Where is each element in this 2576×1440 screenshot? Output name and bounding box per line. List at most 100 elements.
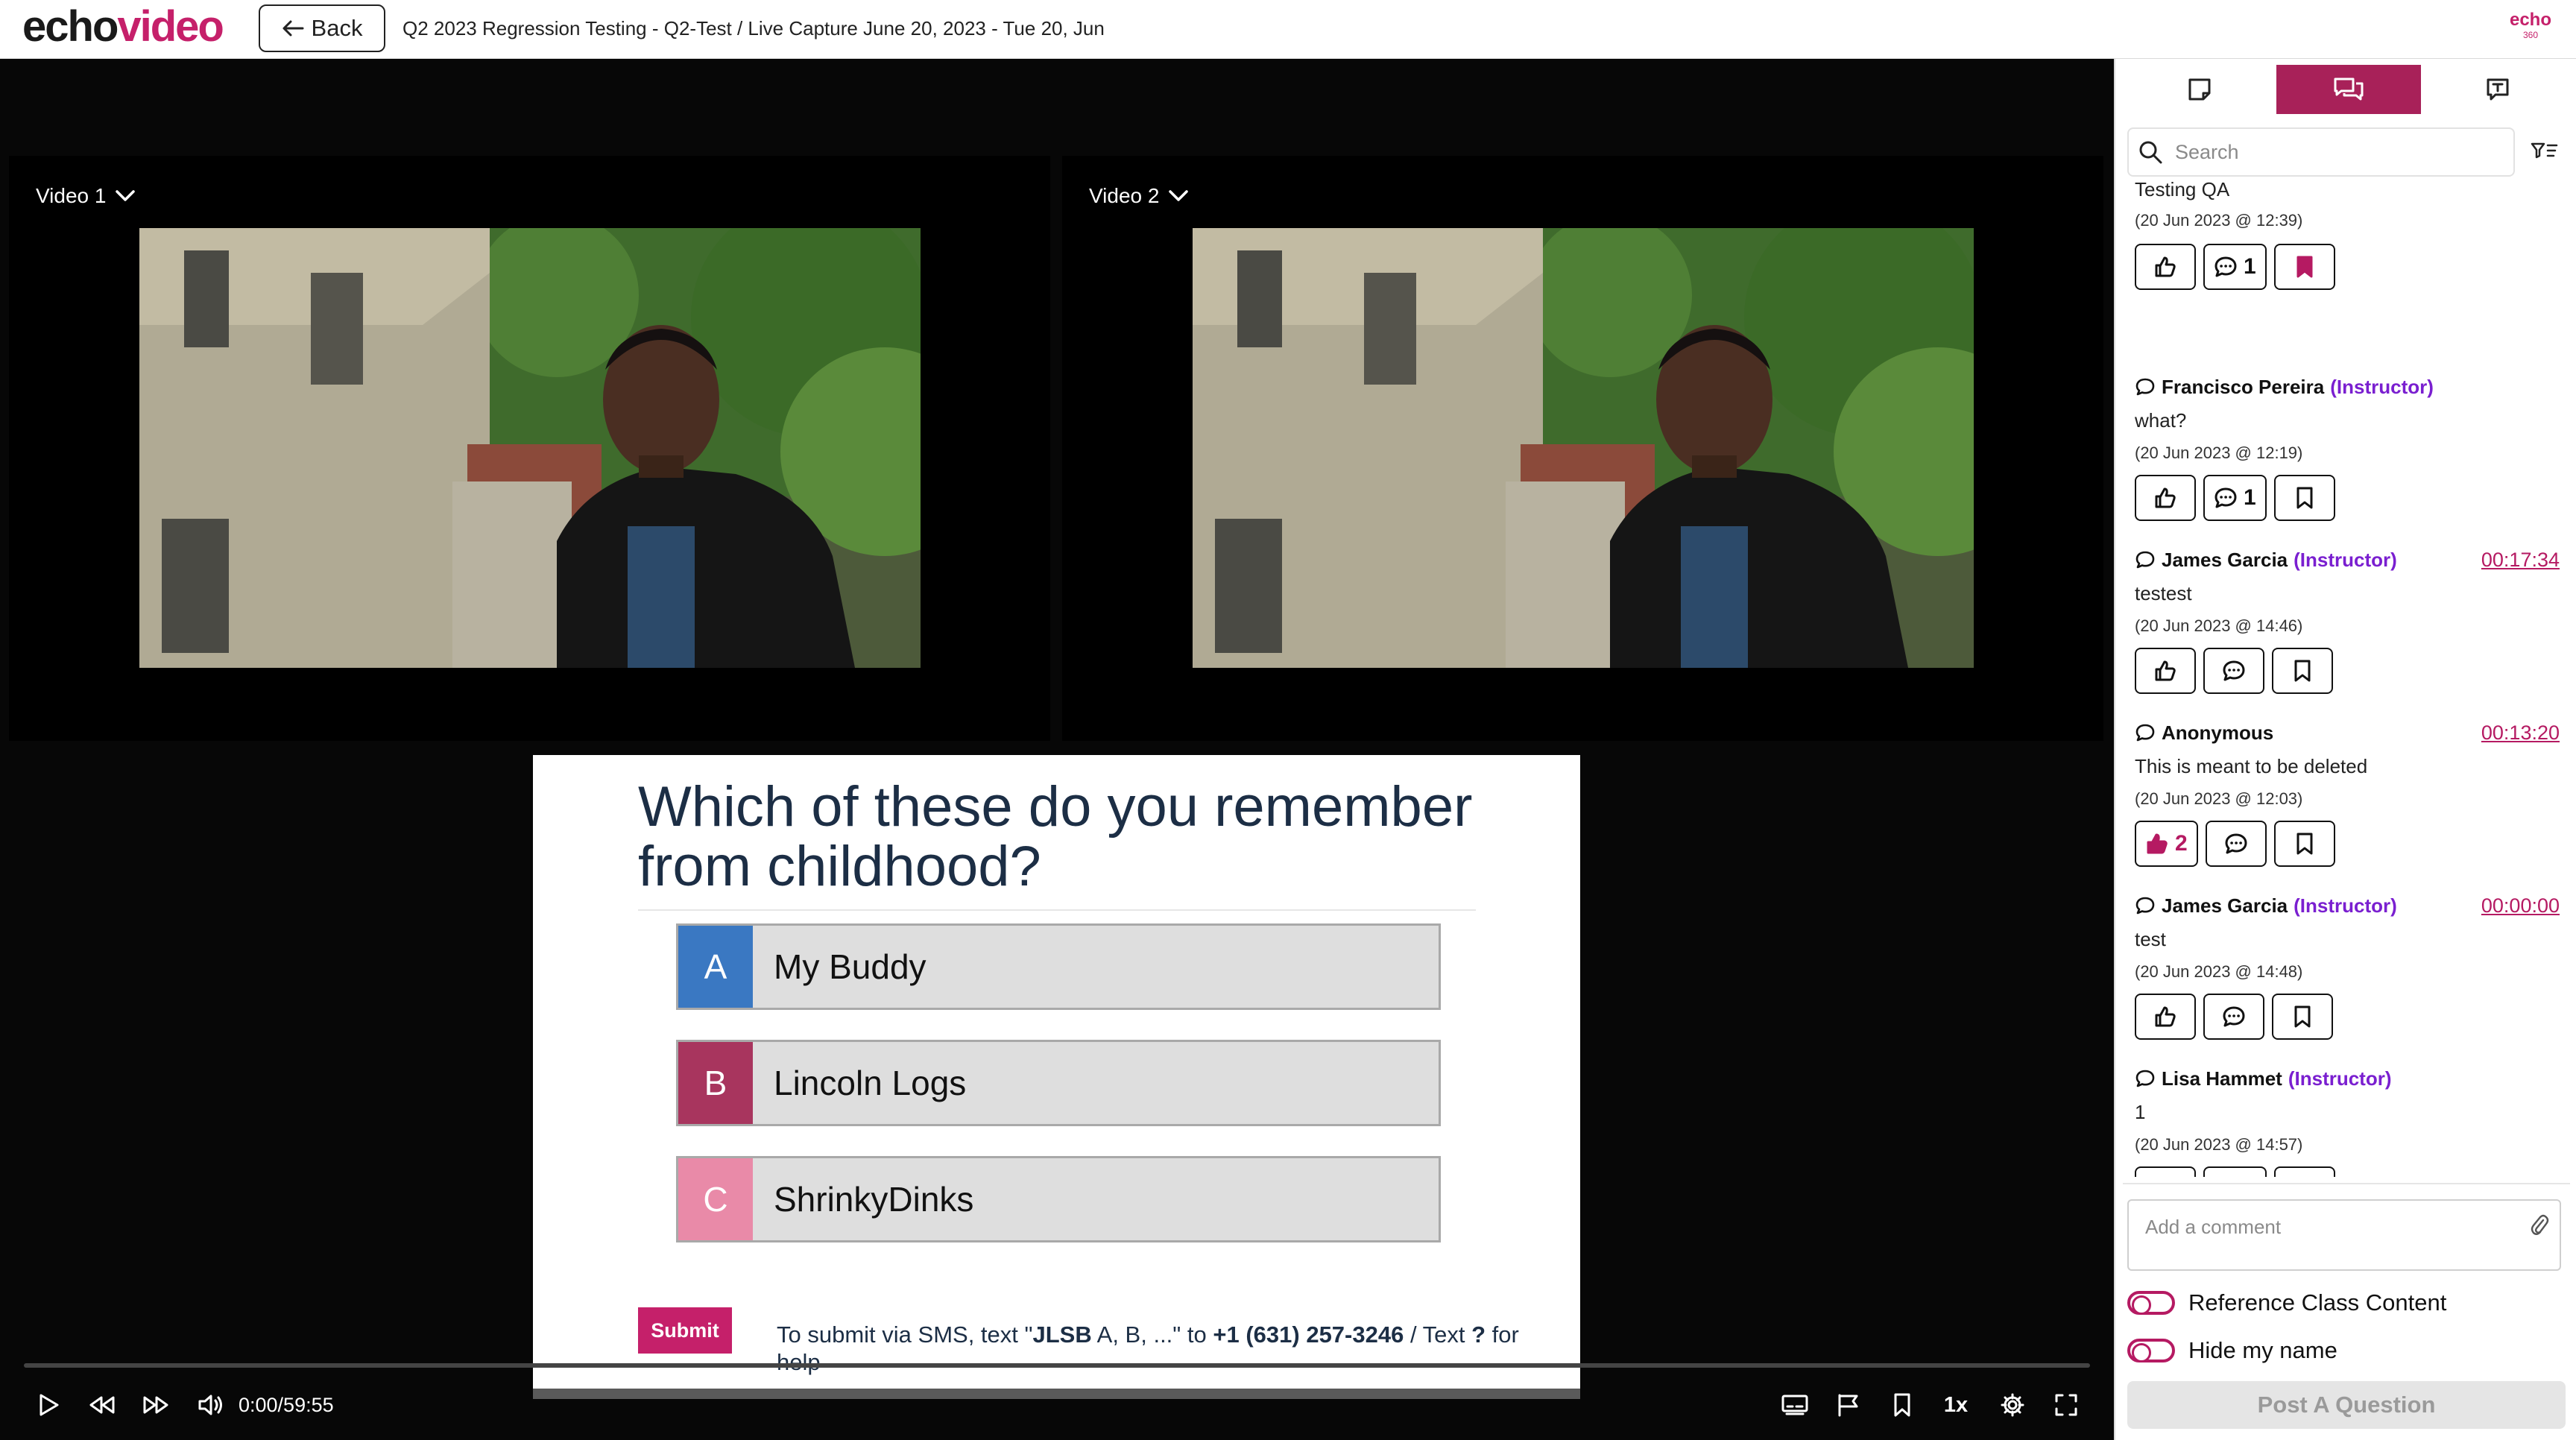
flag-button[interactable] xyxy=(1829,1379,1868,1431)
like-button[interactable] xyxy=(2135,1166,2196,1177)
like-button[interactable] xyxy=(2135,244,2196,290)
question-post: Francisco Pereira (Instructor) what? (20… xyxy=(2135,373,2560,537)
captions-button[interactable] xyxy=(1775,1379,1814,1431)
rewind-button[interactable] xyxy=(83,1379,121,1431)
like-button[interactable] xyxy=(2135,648,2196,694)
reply-button[interactable]: 1 xyxy=(2203,244,2267,290)
gear-icon xyxy=(2001,1393,2024,1417)
page-title: Q2 2023 Regression Testing - Q2-Test / L… xyxy=(402,17,1105,40)
video-frame-2[interactable] xyxy=(1193,228,1974,668)
reply-button[interactable] xyxy=(2203,648,2264,694)
bookmark-toggle[interactable] xyxy=(2272,648,2333,694)
speech-bubble-icon xyxy=(2135,724,2155,742)
bookmark-icon xyxy=(2296,833,2313,855)
search-field[interactable] xyxy=(2127,127,2515,177)
bookmark-button[interactable] xyxy=(1883,1379,1922,1431)
paperclip-icon xyxy=(2531,1214,2549,1235)
post-question-button[interactable]: Post A Question xyxy=(2127,1381,2566,1429)
rewind-icon xyxy=(89,1396,115,1414)
post-date: (20 Jun 2023 @ 14:46) xyxy=(2135,616,2303,635)
toggle-switch[interactable] xyxy=(2127,1291,2175,1315)
question-post: James Garcia (Instructor) 00:00:00 test … xyxy=(2135,892,2560,1056)
question-post: James Garcia (Instructor) 00:17:34 teste… xyxy=(2135,546,2560,710)
panel-tabs xyxy=(2127,65,2572,114)
timestamp-link[interactable]: 00:13:20 xyxy=(2481,719,2560,746)
tab-transcript[interactable] xyxy=(2425,65,2570,114)
comment-icon xyxy=(2214,256,2237,277)
comment-input[interactable] xyxy=(2129,1201,2560,1269)
video-source-selector-1[interactable]: Video 1 xyxy=(36,184,136,208)
post-body: Testing QA xyxy=(2135,178,2230,200)
timestamp-link[interactable]: 00:00:00 xyxy=(2481,892,2560,919)
comment-icon xyxy=(2214,487,2237,508)
bookmark-icon xyxy=(2294,660,2311,682)
bookmark-toggle[interactable] xyxy=(2272,994,2333,1040)
poll-option-b[interactable]: B Lincoln Logs xyxy=(676,1040,1441,1126)
post-date: (20 Jun 2023 @ 14:57) xyxy=(2135,1135,2303,1154)
flag-icon xyxy=(1838,1394,1858,1417)
speech-bubble-icon xyxy=(2135,551,2155,569)
play-button[interactable] xyxy=(30,1379,67,1431)
like-button[interactable] xyxy=(2135,475,2196,521)
video-still-image xyxy=(139,228,921,668)
question-post: Lisa Hammet (Instructor) 1 (20 Jun 2023 … xyxy=(2135,1065,2560,1177)
poll-option-a[interactable]: A My Buddy xyxy=(676,923,1441,1010)
video-panel-2[interactable]: Video 2 xyxy=(1062,156,2103,741)
attach-button[interactable] xyxy=(2530,1213,2549,1238)
back-button[interactable]: Back xyxy=(259,4,385,52)
post-date: (20 Jun 2023 @ 12:03) xyxy=(2135,789,2303,808)
volume-button[interactable] xyxy=(192,1379,230,1431)
filter-sort-button[interactable] xyxy=(2525,133,2563,171)
timestamp-link[interactable]: 00:17:34 xyxy=(2481,546,2560,573)
like-button[interactable]: 2 xyxy=(2135,821,2198,867)
post-body: test xyxy=(2135,928,2166,950)
video-source-selector-2[interactable]: Video 2 xyxy=(1089,184,1189,208)
post-date: (20 Jun 2023 @ 12:19) xyxy=(2135,443,2303,462)
captions-icon xyxy=(1781,1395,1808,1415)
toggle-switch[interactable] xyxy=(2127,1339,2175,1362)
fast-forward-button[interactable] xyxy=(137,1379,174,1431)
reply-button[interactable] xyxy=(2205,821,2267,867)
reply-button[interactable]: 1 xyxy=(2203,475,2267,521)
comment-icon xyxy=(2223,660,2245,681)
volume-icon xyxy=(198,1395,222,1415)
poll-submit-button[interactable]: Submit xyxy=(638,1307,732,1354)
question-post: Testing QA (20 Jun 2023 @ 12:39) 1 xyxy=(2135,178,2560,335)
echovideo-logo[interactable]: echovideo xyxy=(22,0,224,54)
player-controls: 0:00/59:55 1x xyxy=(0,1379,2114,1440)
reply-count: 1 xyxy=(2244,485,2256,510)
bookmark-toggle[interactable] xyxy=(2273,475,2335,521)
reference-class-content-toggle[interactable]: Reference Class Content xyxy=(2127,1284,2446,1321)
playback-speed-button[interactable]: 1x xyxy=(1935,1379,1977,1431)
thumbs-up-icon xyxy=(2155,487,2176,508)
speech-bubble-icon xyxy=(2135,378,2155,396)
video-frame-1[interactable] xyxy=(139,228,921,668)
speech-bubble-icon xyxy=(2135,897,2155,915)
bookmark-toggle[interactable] xyxy=(2273,821,2335,867)
like-button[interactable] xyxy=(2135,994,2196,1040)
like-count: 2 xyxy=(2175,831,2188,856)
video-stage: Video 1 Video 2 Which of these do you re… xyxy=(0,59,2114,1440)
post-body: 1 xyxy=(2135,1101,2146,1123)
playback-progress-bar[interactable] xyxy=(24,1363,2090,1368)
comment-box xyxy=(2127,1199,2561,1271)
reply-button[interactable]: 1 xyxy=(2203,1166,2267,1177)
question-post: Anonymous 00:13:20 This is meant to be d… xyxy=(2135,719,2560,883)
reply-count: 1 xyxy=(2244,254,2256,279)
playback-time: 0:00/59:55 xyxy=(239,1394,334,1416)
speech-bubble-icon xyxy=(2135,1070,2155,1087)
bookmark-toggle[interactable] xyxy=(2273,1166,2335,1177)
settings-button[interactable] xyxy=(1993,1379,2032,1431)
option-letter: B xyxy=(678,1042,753,1124)
tab-questions[interactable] xyxy=(2276,65,2421,114)
tab-notes[interactable] xyxy=(2127,65,2272,114)
reply-button[interactable] xyxy=(2203,994,2264,1040)
search-input[interactable] xyxy=(2174,139,2487,165)
chevron-down-icon xyxy=(1169,190,1189,201)
bookmark-toggle[interactable] xyxy=(2273,244,2335,290)
hide-my-name-toggle[interactable]: Hide my name xyxy=(2127,1332,2337,1369)
poll-option-c[interactable]: C ShrinkyDinks xyxy=(676,1156,1441,1242)
fullscreen-button[interactable] xyxy=(2047,1379,2086,1431)
video-panel-1[interactable]: Video 1 xyxy=(9,156,1050,741)
transcript-icon xyxy=(2487,78,2509,101)
